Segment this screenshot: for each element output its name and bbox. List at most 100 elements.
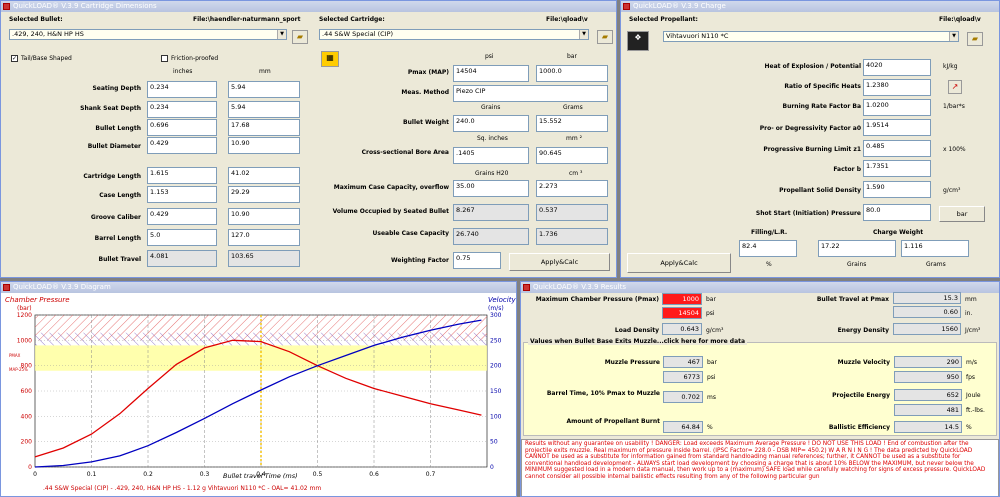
window-title: QuickLOAD® V.3.9 Diagram bbox=[13, 283, 111, 291]
shank-depth-mm[interactable]: 5.94 bbox=[228, 101, 300, 118]
grains-header: Grains bbox=[481, 104, 501, 111]
mp-psi: 6773 bbox=[663, 371, 703, 383]
mp-bar-unit: bar bbox=[707, 359, 717, 366]
bw-grains[interactable]: 240.0 bbox=[453, 115, 529, 132]
barrel-length-mm[interactable]: 127.0 bbox=[228, 229, 300, 246]
charge-grams-field[interactable]: 1.116 bbox=[901, 240, 969, 257]
brf-field[interactable]: 1.0200 bbox=[863, 99, 931, 116]
case-length-mm[interactable]: 29.29 bbox=[228, 186, 300, 203]
heat-label: Heat of Explosion / Potential bbox=[764, 63, 861, 70]
maxcap-grains[interactable]: 35.00 bbox=[453, 180, 529, 197]
shank-depth-in[interactable]: 0.234 bbox=[147, 101, 217, 118]
ratio-field[interactable]: 1.2380 bbox=[863, 79, 931, 96]
charge-grains-field[interactable]: 17.22 bbox=[818, 240, 896, 257]
groove-caliber-mm[interactable]: 10.90 bbox=[228, 208, 300, 225]
propellant-icon[interactable]: ❖ bbox=[627, 31, 649, 51]
charge-titlebar: QuickLOAD® V.3.9 Charge bbox=[621, 1, 999, 12]
chart-icon[interactable]: ↗ bbox=[948, 80, 962, 94]
row-label: Shank Seat Depth bbox=[80, 105, 141, 112]
charge-window: QuickLOAD® V.3.9 Charge Selected Propell… bbox=[620, 0, 1000, 278]
ratio-label: Ratio of Specific Heats bbox=[784, 83, 861, 90]
density-field[interactable]: 1.590 bbox=[863, 181, 931, 198]
pmax-bar[interactable]: 1000.0 bbox=[536, 65, 608, 82]
mv-label: Muzzle Velocity bbox=[837, 359, 890, 366]
apply-calc-button[interactable]: Apply&Calc bbox=[509, 253, 610, 271]
psi-header: psi bbox=[485, 53, 494, 60]
y-right-tick-label: 150 bbox=[490, 388, 502, 395]
cartridge-icon[interactable]: ▦ bbox=[321, 51, 339, 67]
filling-field[interactable]: 82.4 bbox=[739, 240, 797, 257]
wf-field[interactable]: 0.75 bbox=[453, 252, 501, 269]
chevron-down-icon[interactable]: ▼ bbox=[949, 32, 958, 41]
grams-label: Grams bbox=[926, 261, 946, 268]
muzzle-section[interactable]: Values when Bullet Base Exits Muzzle...c… bbox=[523, 338, 997, 436]
cartridge-select[interactable]: .44 S&W Special (CIP) ▼ bbox=[319, 29, 589, 40]
maxcap-label: Maximum Case Capacity, overflow bbox=[333, 184, 449, 191]
grains-label: Grains bbox=[847, 261, 867, 268]
bore-in[interactable]: .1405 bbox=[453, 147, 529, 164]
maxcap-cm3[interactable]: 2.273 bbox=[536, 180, 608, 197]
apb-label: Amount of Propellant Burnt bbox=[566, 418, 660, 425]
density-unit: g/cm³ bbox=[943, 187, 961, 194]
apply-calc-button[interactable]: Apply&Calc bbox=[627, 253, 731, 273]
inches-header: inches bbox=[173, 68, 193, 75]
apb-field: 64.84 bbox=[663, 421, 703, 433]
y-left-unit: (bar) bbox=[17, 305, 32, 312]
app-icon bbox=[3, 284, 10, 291]
bw-label: Bullet Weight bbox=[403, 119, 449, 126]
seating-depth-in[interactable]: 0.234 bbox=[147, 81, 217, 98]
meas-field[interactable]: Piezo CIP bbox=[453, 85, 608, 102]
y-left-tick-label: 1200 bbox=[17, 312, 32, 319]
barrel-length-in[interactable]: 5.0 bbox=[147, 229, 217, 246]
seating-depth-mm[interactable]: 5.94 bbox=[228, 81, 300, 98]
bullet-select[interactable]: .429, 240, H&N HP HS ▼ bbox=[9, 29, 287, 40]
pe-joule-unit: Joule bbox=[966, 392, 981, 399]
cartridge-length-mm[interactable]: 41.02 bbox=[228, 167, 300, 184]
chevron-down-icon[interactable]: ▼ bbox=[579, 30, 588, 39]
muzzle-section-header[interactable]: Values when Bullet Base Exits Muzzle...c… bbox=[528, 338, 748, 345]
pbl-field[interactable]: 0.485 bbox=[863, 140, 931, 157]
bt-label: Barrel Time, 10% Pmax to Muzzle bbox=[546, 390, 660, 397]
groove-caliber-in[interactable]: 0.429 bbox=[147, 208, 217, 225]
meas-label: Meas. Method bbox=[401, 89, 449, 96]
folder-icon[interactable]: ▰ bbox=[597, 30, 613, 44]
mm2-header: mm ² bbox=[566, 135, 583, 142]
bullet-diameter-in[interactable]: 0.429 bbox=[147, 137, 217, 154]
y-right-tick-label: 200 bbox=[490, 363, 502, 370]
ed-label: Energy Density bbox=[837, 327, 889, 334]
pmax-psi[interactable]: 14504 bbox=[453, 65, 529, 82]
bullet-diameter-mm[interactable]: 10.90 bbox=[228, 137, 300, 154]
friction-checkbox[interactable] bbox=[161, 55, 168, 62]
propellant-select[interactable]: Vihtavuori N110 *C ▼ bbox=[663, 31, 959, 42]
x-tick-label: 0 bbox=[33, 471, 37, 478]
results-window: QuickLOAD® V.3.9 Results Maximum Chamber… bbox=[520, 281, 1000, 497]
tail-checkbox[interactable]: ✓ bbox=[11, 55, 18, 62]
propellant-label: Selected Propellant: bbox=[629, 16, 698, 23]
bullet-length-mm[interactable]: 17.68 bbox=[228, 119, 300, 136]
folder-icon[interactable]: ▰ bbox=[292, 30, 308, 44]
bore-mm[interactable]: 90.645 bbox=[536, 147, 608, 164]
shotstart-field[interactable]: 80.0 bbox=[863, 204, 931, 221]
x-axis-title: Bullet travel Time (ms) bbox=[223, 472, 298, 480]
case-length-in[interactable]: 1.153 bbox=[147, 186, 217, 203]
mp-label: Muzzle Pressure bbox=[604, 359, 660, 366]
mcp-bar-unit: bar bbox=[706, 296, 716, 303]
bw-grams[interactable]: 15.552 bbox=[536, 115, 608, 132]
factorb-field[interactable]: 1.7351 bbox=[863, 160, 931, 177]
bullet-travel-mm: 103.65 bbox=[228, 250, 300, 267]
chevron-down-icon[interactable]: ▼ bbox=[277, 30, 286, 39]
cartridge-length-in[interactable]: 1.615 bbox=[147, 167, 217, 184]
cartridge-window: QuickLOAD® V.3.9 Cartridge Dimensions Se… bbox=[0, 0, 617, 278]
folder-icon[interactable]: ▰ bbox=[967, 32, 983, 46]
chargew-header: Charge Weight bbox=[873, 229, 924, 236]
x-tick-label: 0.3 bbox=[200, 471, 210, 478]
ed-unit: J/cm³ bbox=[965, 327, 981, 334]
ld-field: 0.643 bbox=[662, 323, 702, 335]
y-right-tick-label: 0 bbox=[490, 464, 494, 471]
bar-unit-button[interactable]: bar bbox=[939, 206, 985, 222]
heat-field[interactable]: 4020 bbox=[863, 59, 931, 76]
prog-field[interactable]: 1.9514 bbox=[863, 119, 931, 136]
y-right-tick-label: 100 bbox=[490, 413, 502, 420]
warning-text: Results without any guarantee on usabili… bbox=[521, 439, 999, 496]
bullet-length-in[interactable]: 0.696 bbox=[147, 119, 217, 136]
